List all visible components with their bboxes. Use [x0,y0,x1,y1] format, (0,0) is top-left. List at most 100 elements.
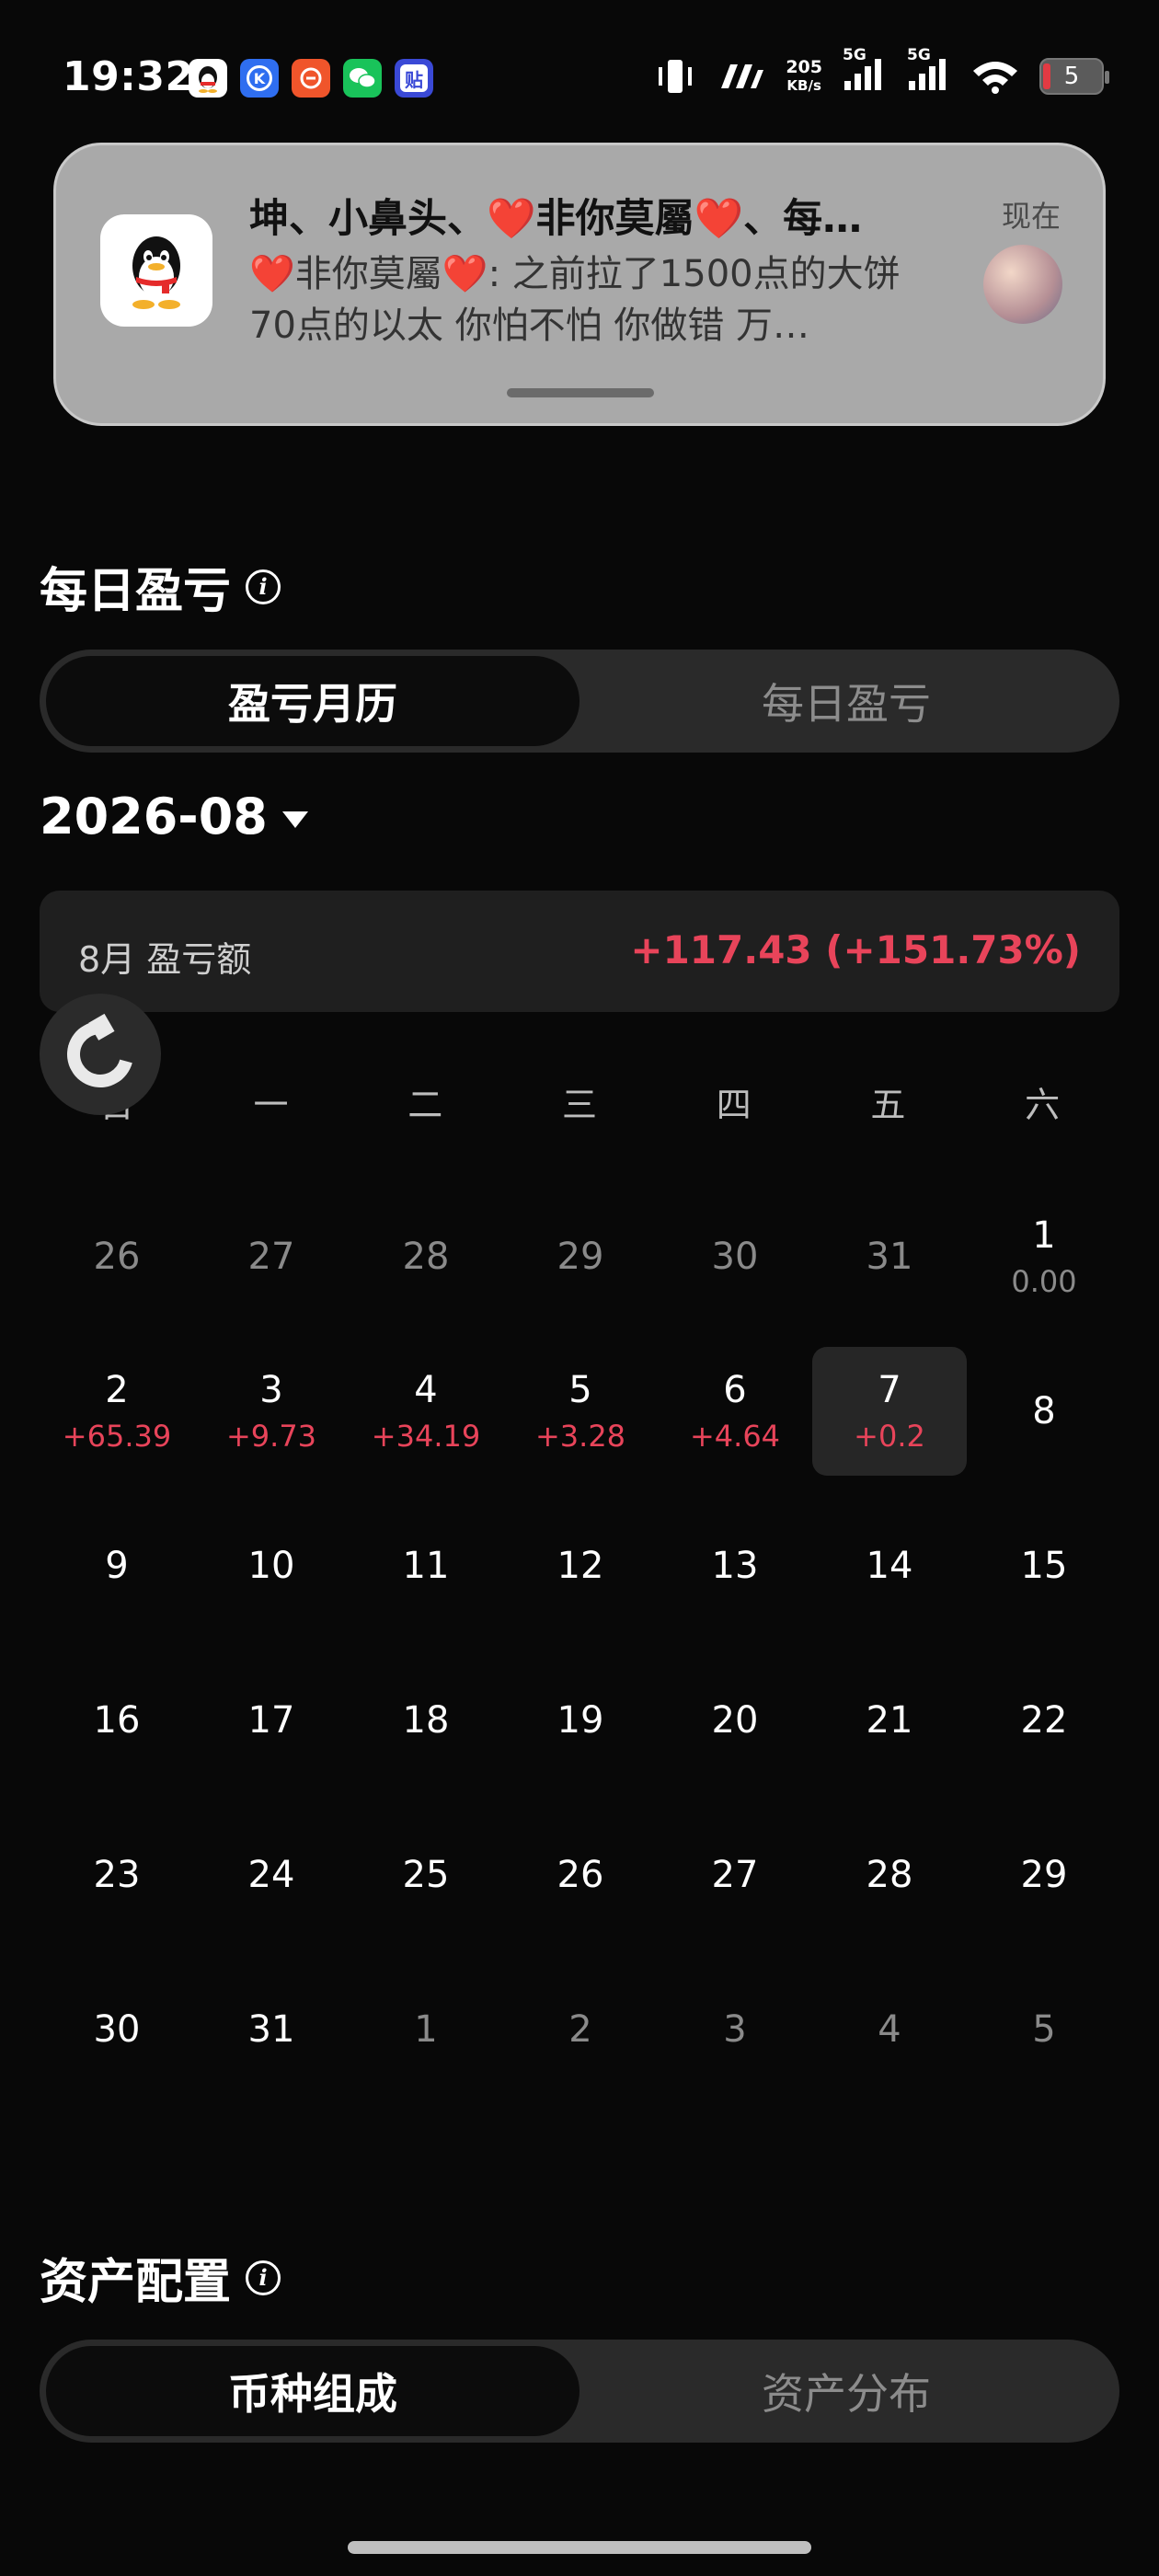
asset-view-switch: 币种组成 资产分布 [40,2340,1119,2443]
tab-daily-pnl[interactable]: 每日盈亏 [580,656,1113,746]
calendar-day: 2 [503,1952,658,2107]
day-number: 6 [723,1369,747,1411]
loading-ring-icon [54,1008,146,1100]
calendar-day[interactable]: 22 [967,1643,1121,1798]
day-number: 26 [93,1236,141,1278]
daily-pnl-title: 每日盈亏 i [40,552,281,621]
calendar-day[interactable]: 18 [349,1643,503,1798]
day-number: 1 [414,2008,438,2051]
day-number: 5 [1032,2008,1056,2051]
day-number: 16 [93,1699,141,1742]
calendar-day[interactable]: 29 [967,1798,1121,1952]
calendar-day[interactable]: 15 [967,1489,1121,1643]
network-speed: 205 KB/s [786,56,822,94]
calendar-day[interactable]: 1 0.00 [967,1179,1121,1334]
day-number: 31 [866,1236,913,1278]
month-selector[interactable]: 2026-08 [40,788,308,845]
info-icon[interactable]: i [246,569,281,604]
day-number: 31 [247,2008,295,2051]
wifi-icon [973,61,1017,94]
calendar-day[interactable]: 28 [812,1798,967,1952]
calendar-day[interactable]: 2 +65.39 [40,1334,194,1489]
day-number: 13 [711,1545,759,1587]
calendar-day[interactable]: 8 [967,1334,1121,1489]
notification-banner[interactable]: 坤、小鼻头、❤️非你莫屬❤️、每… ❤️非你莫屬❤️: 之前拉了1500点的大饼… [53,143,1106,426]
month-summary-label: 8月 盈亏额 [78,939,252,980]
calendar-day[interactable]: 27 [658,1798,812,1952]
pnl-view-switch: 盈亏月历 每日盈亏 [40,650,1119,753]
sim1-signal: 5G [843,46,887,97]
day-pnl-value: +0.2 [854,1419,925,1454]
home-indicator[interactable] [348,2541,811,2554]
info-icon[interactable]: i [246,2260,281,2295]
calendar-day-selected[interactable]: 7 +0.2 [812,1334,967,1489]
calendar-day[interactable]: 23 [40,1798,194,1952]
asset-allocation-title: 资产配置 i [40,2243,281,2312]
pnl-calendar: 26 27 28 29 30 31 1 0.00 2 +65.39 3 +9.73 4 +34.19 5 +3… [40,1179,1119,2107]
status-bar: 19:32 K 贴 205 KB/s 5G 5G 5 [0,0,1159,156]
day-pnl-value: +3.28 [534,1419,626,1454]
day-number: 8 [1032,1390,1056,1432]
calendar-day[interactable]: 13 [658,1489,812,1643]
calendar-day[interactable]: 21 [812,1643,967,1798]
day-number: 4 [878,2008,901,2051]
calendar-day[interactable]: 31 [194,1952,349,2107]
day-number: 5 [568,1369,592,1411]
notification-title: 坤、小鼻头、❤️非你莫屬❤️、每… [249,196,863,242]
day-number: 22 [1020,1699,1068,1742]
day-number: 21 [866,1699,913,1742]
vibrate-icon [659,59,693,93]
weekday-header: 日 一 二 三 四 五 六 [40,1076,1119,1127]
calendar-day[interactable]: 5 +3.28 [503,1334,658,1489]
day-number: 28 [866,1854,913,1896]
day-number: 15 [1020,1545,1068,1587]
calendar-day: 31 [812,1179,967,1334]
day-pnl-value: +34.19 [371,1419,481,1454]
calendar-day[interactable]: 14 [812,1489,967,1643]
calendar-day[interactable]: 9 [40,1489,194,1643]
nfc-icon [721,63,764,88]
tab-coin-composition[interactable]: 币种组成 [46,2346,580,2436]
calendar-day[interactable]: 25 [349,1798,503,1952]
calendar-day[interactable]: 6 +4.64 [658,1334,812,1489]
day-pnl-value: +65.39 [62,1419,172,1454]
day-number: 24 [247,1854,295,1896]
calendar-day[interactable]: 16 [40,1643,194,1798]
calendar-day[interactable]: 26 [503,1798,658,1952]
day-number: 4 [414,1369,438,1411]
day-number: 30 [711,1236,759,1278]
system-status: 205 KB/s 5G 5G 5 [653,46,1109,97]
calendar-day: 27 [194,1179,349,1334]
day-number: 27 [711,1854,759,1896]
day-number: 29 [1020,1854,1068,1896]
calendar-day[interactable]: 30 [40,1952,194,2107]
day-number: 3 [723,2008,747,2051]
qq-icon [189,59,227,98]
calendar-day[interactable]: 24 [194,1798,349,1952]
day-pnl-value: +9.73 [225,1419,317,1454]
tab-asset-distribution[interactable]: 资产分布 [580,2346,1113,2436]
notification-drag-handle[interactable] [507,388,654,397]
day-number: 9 [105,1545,129,1587]
calendar-day: 26 [40,1179,194,1334]
calendar-day[interactable]: 12 [503,1489,658,1643]
calendar-day: 28 [349,1179,503,1334]
day-number: 10 [247,1545,295,1587]
calendar-day[interactable]: 20 [658,1643,812,1798]
calendar-day[interactable]: 11 [349,1489,503,1643]
weekday-mon: 一 [253,1085,289,1125]
shop-app-icon [292,59,330,98]
calendar-day[interactable]: 10 [194,1489,349,1643]
calendar-day: 4 [812,1952,967,2107]
calendar-day[interactable]: 17 [194,1643,349,1798]
month-summary: 8月 盈亏额 +117.43 (+151.73%) [40,891,1119,1012]
weekday-fri: 五 [870,1085,906,1125]
day-number: 29 [557,1236,604,1278]
calendar-day[interactable]: 19 [503,1643,658,1798]
tab-pnl-calendar[interactable]: 盈亏月历 [46,656,580,746]
calendar-day[interactable]: 4 +34.19 [349,1334,503,1489]
day-number: 2 [568,2008,592,2051]
floating-assistant-button[interactable] [40,994,161,1115]
calendar-day[interactable]: 3 +9.73 [194,1334,349,1489]
day-number: 25 [402,1854,450,1896]
